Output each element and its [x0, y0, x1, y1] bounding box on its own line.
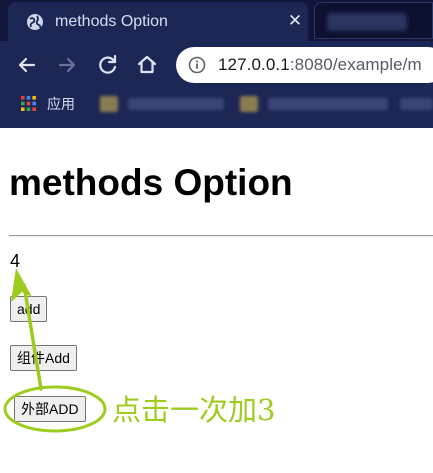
apps-grid-icon[interactable]	[21, 96, 36, 111]
bookmark-label-blurred[interactable]	[128, 98, 224, 110]
bookmark-apps-label[interactable]: 应用	[47, 95, 75, 113]
url-path: :8080/example/m	[289, 55, 422, 74]
tab-inactive[interactable]	[314, 2, 433, 39]
count-value: 4	[10, 251, 21, 271]
external-add-button[interactable]: 外部ADD	[14, 396, 86, 422]
arrow-left-icon[interactable]	[14, 52, 40, 78]
info-icon[interactable]	[188, 56, 206, 74]
home-icon[interactable]	[134, 52, 160, 78]
add-button[interactable]: add	[10, 296, 48, 322]
bookmark-label-blurred[interactable]	[268, 98, 388, 110]
bookmark-favicon-blurred[interactable]	[100, 96, 118, 112]
blurred-tab-title	[327, 13, 407, 31]
arrow-right-icon[interactable]	[54, 52, 80, 78]
reload-icon[interactable]	[95, 52, 121, 78]
divider	[9, 235, 433, 237]
tab-title: methods Option	[55, 13, 168, 30]
globe-icon	[27, 14, 43, 30]
bookmark-label-blurred[interactable]	[400, 98, 433, 110]
component-add-button[interactable]: 组件Add	[10, 345, 77, 371]
bookmark-favicon-blurred[interactable]	[240, 96, 258, 112]
url-host: 127.0.0.1	[218, 55, 290, 74]
address-bar[interactable]: 127.0.0.1:8080/example/m	[176, 47, 433, 83]
tab-strip: methods Option ✕	[0, 0, 433, 41]
page-title: methods Option	[9, 162, 293, 203]
close-icon[interactable]: ✕	[285, 10, 305, 32]
tab-active[interactable]: methods Option ✕	[8, 2, 308, 41]
browser-chrome: methods Option ✕ 127.0.0.1:8080/example/…	[0, 0, 433, 128]
url-text: 127.0.0.1:8080/example/m	[218, 55, 422, 75]
annotation-text: 点击一次加3	[112, 393, 276, 427]
